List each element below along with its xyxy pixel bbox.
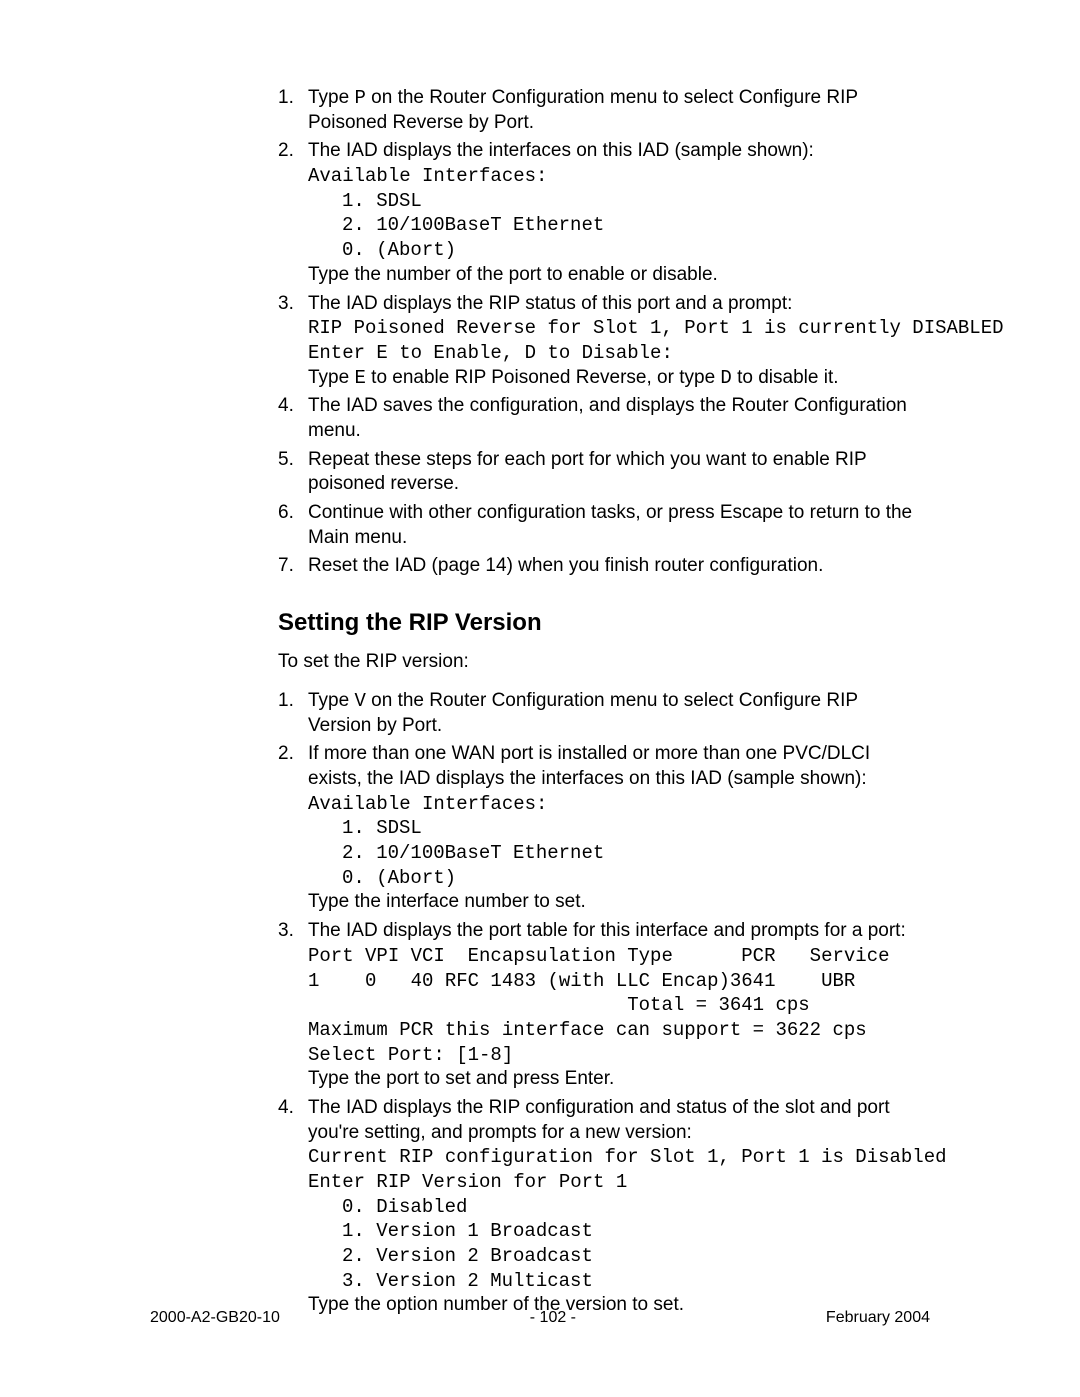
code-line: Select Port: [1-8] bbox=[308, 1043, 923, 1068]
code-line: 3. Version 2 Multicast bbox=[308, 1269, 923, 1294]
step-text: Type the number of the port to enable or… bbox=[308, 264, 718, 285]
step-text: The IAD displays the port table for this… bbox=[308, 920, 906, 941]
step-text: Type V on the Router Configuration menu … bbox=[308, 690, 858, 736]
step-text: The IAD saves the configuration, and dis… bbox=[308, 395, 907, 441]
text: Type bbox=[308, 87, 354, 108]
code-line: 0. (Abort) bbox=[308, 238, 923, 263]
code-line: Port VPI VCI Encapsulation Type PCR Serv… bbox=[308, 944, 923, 969]
step-text: Reset the IAD (page 14) when you finish … bbox=[308, 555, 823, 576]
code-line: 2. 10/100BaseT Ethernet bbox=[308, 841, 923, 866]
step-1-1: 1. Type P on the Router Configuration me… bbox=[278, 86, 923, 135]
step-number: 4. bbox=[278, 1096, 294, 1121]
code-line: 0. Disabled bbox=[308, 1195, 923, 1220]
code-line: 1. SDSL bbox=[308, 816, 923, 841]
code-token: V bbox=[354, 690, 365, 712]
text: Type bbox=[308, 367, 354, 388]
code-line: Total = 3641 cps bbox=[308, 993, 923, 1018]
code-line: Available Interfaces: bbox=[308, 164, 923, 189]
step-1-2: 2. The IAD displays the interfaces on th… bbox=[278, 139, 923, 287]
step-number: 6. bbox=[278, 501, 294, 526]
code-line: Enter RIP Version for Port 1 bbox=[308, 1170, 923, 1195]
code-line: 1. Version 1 Broadcast bbox=[308, 1219, 923, 1244]
step-2-1: 1. Type V on the Router Configuration me… bbox=[278, 689, 923, 738]
step-text: The IAD displays the RIP status of this … bbox=[308, 293, 792, 314]
step-number: 2. bbox=[278, 139, 294, 164]
step-1-3: 3. The IAD displays the RIP status of th… bbox=[278, 292, 923, 391]
step-1-5: 5. Repeat these steps for each port for … bbox=[278, 448, 923, 497]
code-line: 0. (Abort) bbox=[308, 866, 923, 891]
step-number: 3. bbox=[278, 919, 294, 944]
step-text: Repeat these steps for each port for whi… bbox=[308, 449, 866, 495]
code-line: 2. 10/100BaseT Ethernet bbox=[308, 213, 923, 238]
step-2-2: 2. If more than one WAN port is installe… bbox=[278, 742, 923, 915]
code-line: 1 0 40 RFC 1483 (with LLC Encap)3641 UBR bbox=[308, 969, 923, 994]
step-number: 3. bbox=[278, 292, 294, 317]
step-text: Type the port to set and press Enter. bbox=[308, 1068, 614, 1089]
step-number: 4. bbox=[278, 394, 294, 419]
step-text: The IAD displays the RIP configuration a… bbox=[308, 1097, 890, 1143]
footer-right: February 2004 bbox=[826, 1308, 930, 1329]
step-text: Type P on the Router Configuration menu … bbox=[308, 87, 858, 133]
text: to disable it. bbox=[732, 367, 839, 388]
step-text: If more than one WAN port is installed o… bbox=[308, 743, 870, 789]
code-line: Maximum PCR this interface can support =… bbox=[308, 1018, 923, 1043]
footer-left: 2000-A2-GB20-10 bbox=[150, 1308, 280, 1329]
step-text: Type the interface number to set. bbox=[308, 891, 586, 912]
body-content: 1. Type P on the Router Configuration me… bbox=[278, 86, 923, 1318]
page: 1. Type P on the Router Configuration me… bbox=[0, 0, 1080, 1397]
text: on the Router Configuration menu to sele… bbox=[308, 87, 858, 133]
step-1-7: 7. Reset the IAD (page 14) when you fini… bbox=[278, 554, 923, 579]
steps-list-2: 1. Type V on the Router Configuration me… bbox=[278, 689, 923, 1318]
footer-center: - 102 - bbox=[530, 1308, 576, 1329]
step-number: 1. bbox=[278, 86, 294, 111]
code-line: 2. Version 2 Broadcast bbox=[308, 1244, 923, 1269]
code-line: Available Interfaces: bbox=[308, 792, 923, 817]
step-1-4: 4. The IAD saves the configuration, and … bbox=[278, 394, 923, 443]
code-token: D bbox=[720, 367, 731, 389]
page-footer: 2000-A2-GB20-10 - 102 - February 2004 bbox=[150, 1308, 930, 1329]
step-number: 7. bbox=[278, 554, 294, 579]
steps-list-1: 1. Type P on the Router Configuration me… bbox=[278, 86, 923, 579]
step-number: 1. bbox=[278, 689, 294, 714]
code-line: Enter E to Enable, D to Disable: bbox=[308, 341, 923, 366]
code-token: P bbox=[354, 87, 365, 109]
step-2-4: 4. The IAD displays the RIP configuratio… bbox=[278, 1096, 923, 1318]
step-text: Continue with other configuration tasks,… bbox=[308, 502, 912, 548]
code-token: E bbox=[354, 367, 365, 389]
step-number: 5. bbox=[278, 448, 294, 473]
code-line: Current RIP configuration for Slot 1, Po… bbox=[308, 1145, 923, 1170]
text: to enable RIP Poisoned Reverse, or type bbox=[366, 367, 721, 388]
code-line: 1. SDSL bbox=[308, 189, 923, 214]
section-heading: Setting the RIP Version bbox=[278, 607, 923, 638]
text: on the Router Configuration menu to sele… bbox=[308, 690, 858, 736]
section-intro: To set the RIP version: bbox=[278, 650, 923, 675]
step-number: 2. bbox=[278, 742, 294, 767]
step-1-6: 6. Continue with other configuration tas… bbox=[278, 501, 923, 550]
step-2-3: 3. The IAD displays the port table for t… bbox=[278, 919, 923, 1092]
code-line: RIP Poisoned Reverse for Slot 1, Port 1 … bbox=[308, 316, 923, 341]
text: Type bbox=[308, 690, 354, 711]
step-text: Type E to enable RIP Poisoned Reverse, o… bbox=[308, 367, 839, 388]
step-text: The IAD displays the interfaces on this … bbox=[308, 140, 814, 161]
